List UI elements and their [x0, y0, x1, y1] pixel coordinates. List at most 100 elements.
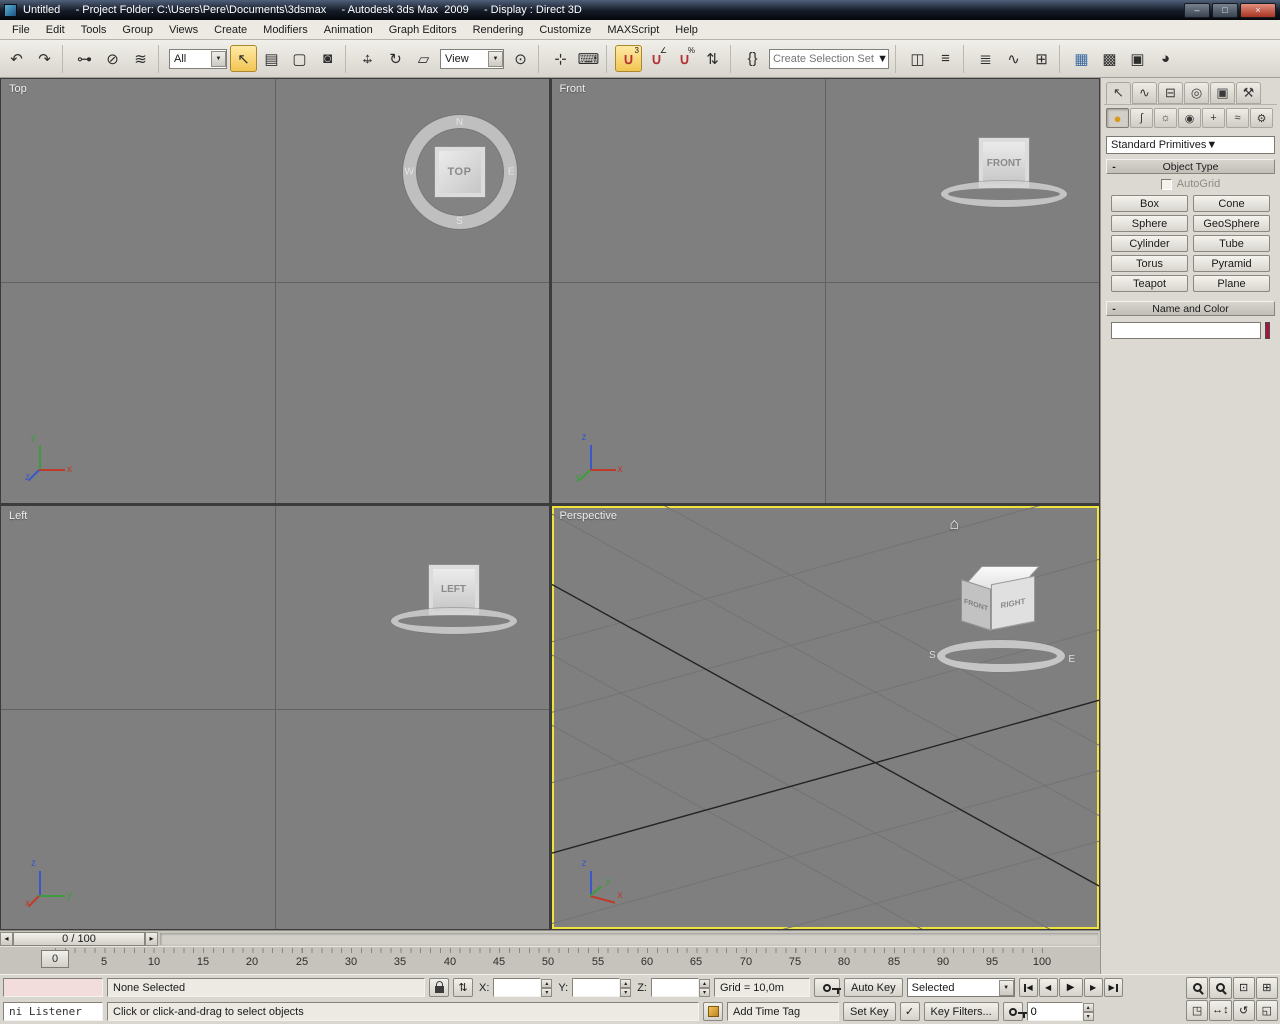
teapot-button[interactable]: Teapot	[1111, 275, 1188, 292]
menu-help[interactable]: Help	[667, 22, 706, 38]
time-slider-left-arrow[interactable]: ◂	[0, 931, 13, 946]
frame-spinner[interactable]: ▴ ▾	[1082, 1002, 1094, 1021]
viewcube-left[interactable]: LEFT	[389, 560, 519, 650]
key-step-toggle[interactable]	[1002, 1002, 1027, 1021]
unlink-selection-button[interactable]: ⊘	[99, 45, 126, 72]
subtab-geometry[interactable]: ●	[1106, 108, 1129, 128]
select-and-rotate-button[interactable]: ↻	[382, 45, 409, 72]
rect-selection-region-button[interactable]: ▢	[286, 45, 313, 72]
previous-frame-button[interactable]: ◀	[1038, 978, 1058, 997]
name-color-rollout-header[interactable]: - Name and Color	[1106, 301, 1275, 316]
menu-customize[interactable]: Customize	[531, 22, 599, 38]
viewport-left[interactable]: Left LEFT z y x	[1, 505, 549, 929]
arc-rotate-button[interactable]: ↺	[1232, 999, 1255, 1021]
subtab-systems[interactable]: ⚙	[1250, 108, 1273, 128]
pan-button[interactable]: ↔ ↕	[1209, 999, 1232, 1021]
curve-editor-button[interactable]: ∿	[1000, 45, 1027, 72]
select-and-link-button[interactable]: ⊶	[71, 45, 98, 72]
undo-button[interactable]: ↶	[3, 45, 30, 72]
cone-button[interactable]: Cone	[1193, 195, 1270, 212]
select-and-scale-button[interactable]: ▱	[410, 45, 437, 72]
quick-render-button[interactable]: ◕	[1152, 45, 1179, 72]
selection-filter-dropdown[interactable]: All ▼	[169, 48, 227, 69]
viewport-front-label[interactable]: Front	[560, 83, 586, 95]
viewcube-face[interactable]: TOP	[433, 146, 486, 198]
absolute-offset-toggle[interactable]: ⇅	[453, 978, 473, 997]
key-filters-button[interactable]: Key Filters...	[923, 1002, 999, 1021]
minimize-button[interactable]: –	[1184, 2, 1210, 18]
menu-edit[interactable]: Edit	[38, 22, 73, 38]
window-crossing-button[interactable]: ◙	[314, 45, 341, 72]
viewport-front[interactable]: Front FRONT z x y	[551, 79, 1099, 503]
go-to-end-button[interactable]: ▶	[1103, 978, 1123, 997]
next-frame-button[interactable]: ▶	[1083, 978, 1103, 997]
tube-button[interactable]: Tube	[1193, 235, 1270, 252]
viewcube-home-icon[interactable]: ⌂	[949, 516, 959, 534]
align-button[interactable]: ≡	[932, 45, 959, 72]
menu-create[interactable]: Create	[206, 22, 255, 38]
primitive-category-dropdown[interactable]: Standard Primitives ▼	[1106, 136, 1275, 154]
current-frame-input[interactable]	[1026, 1002, 1083, 1021]
selection-set-input[interactable]	[770, 52, 878, 65]
current-frame-marker[interactable]: 0	[41, 950, 69, 968]
go-to-start-button[interactable]: ◀	[1018, 978, 1038, 997]
layer-manager-button[interactable]: ≣	[972, 45, 999, 72]
x-spinner[interactable]: ▴ ▾	[541, 978, 553, 997]
use-pivot-center-button[interactable]: ⊙	[507, 45, 534, 72]
viewport-perspective[interactable]: Perspective ⌂ FRONT RIGHT S E z x y	[551, 505, 1099, 929]
menu-tools[interactable]: Tools	[73, 22, 115, 38]
set-keys-button[interactable]	[813, 978, 841, 997]
edit-named-selection-sets-button[interactable]: {}	[739, 45, 766, 72]
menu-modifiers[interactable]: Modifiers	[255, 22, 316, 38]
min-max-toggle-button[interactable]: ◱	[1255, 999, 1278, 1021]
subtab-shapes[interactable]: ʃ	[1130, 108, 1153, 128]
zoom-region-button[interactable]: ◳	[1186, 999, 1209, 1021]
auto-key-button[interactable]: Auto Key	[843, 978, 903, 997]
snap-toggle-3d-button[interactable]: ∪ 3	[615, 45, 642, 72]
pyramid-button[interactable]: Pyramid	[1193, 255, 1270, 272]
menu-rendering[interactable]: Rendering	[465, 22, 532, 38]
selection-lock-toggle[interactable]	[429, 978, 449, 997]
reference-coordinate-dropdown[interactable]: View ▼	[440, 48, 504, 69]
bind-to-spacewarp-button[interactable]: ≋	[127, 45, 154, 72]
y-coordinate-input[interactable]	[572, 978, 621, 997]
torus-button[interactable]: Torus	[1111, 255, 1188, 272]
box-button[interactable]: Box	[1111, 195, 1188, 212]
select-object-button[interactable]: ↖	[230, 45, 257, 72]
y-spinner[interactable]: ▴ ▾	[620, 978, 632, 997]
viewcube-perspective[interactable]: FRONT RIGHT S E	[929, 558, 1075, 678]
object-type-rollout-header[interactable]: - Object Type	[1106, 159, 1275, 174]
tab-create[interactable]: ↖	[1106, 82, 1131, 104]
macro-recorder-pane[interactable]	[3, 978, 103, 997]
plane-button[interactable]: Plane	[1193, 275, 1270, 292]
keyboard-shortcut-override-button[interactable]: ⌨	[575, 45, 602, 72]
viewport-perspective-label[interactable]: Perspective	[560, 510, 617, 522]
menu-views[interactable]: Views	[161, 22, 206, 38]
viewport-top[interactable]: Top N S W E TOP y x z	[1, 79, 549, 503]
key-mode-dropdown[interactable]: Selected ▼	[906, 978, 1015, 997]
time-tag-cube-button[interactable]	[703, 1002, 723, 1021]
spinner-snap-button[interactable]: ⇅	[699, 45, 726, 72]
material-editor-button[interactable]: ▦	[1068, 45, 1095, 72]
rendered-frame-window-button[interactable]: ▣	[1124, 45, 1151, 72]
autogrid-checkbox[interactable]	[1160, 178, 1172, 190]
menu-maxscript[interactable]: MAXScript	[599, 22, 667, 38]
zoom-button[interactable]	[1186, 977, 1209, 999]
subtab-lights[interactable]: ☼	[1154, 108, 1177, 128]
viewport-top-label[interactable]: Top	[9, 83, 27, 95]
select-by-name-button[interactable]: ▤	[258, 45, 285, 72]
tab-display[interactable]: ▣	[1210, 82, 1235, 104]
named-selection-set-combo[interactable]: ▼	[769, 48, 889, 69]
viewcube-front[interactable]: FRONT	[939, 133, 1069, 223]
percent-snap-button[interactable]: ∪ %	[671, 45, 698, 72]
x-coordinate-input[interactable]	[493, 978, 542, 997]
viewcube-right-face[interactable]: RIGHT	[991, 575, 1035, 630]
set-key-button[interactable]: Set Key	[843, 1002, 896, 1021]
redo-button[interactable]: ↷	[31, 45, 58, 72]
cylinder-button[interactable]: Cylinder	[1111, 235, 1188, 252]
zoom-all-button[interactable]	[1209, 977, 1232, 999]
subtab-helpers[interactable]: +	[1202, 108, 1225, 128]
z-coordinate-input[interactable]	[650, 978, 699, 997]
time-slider-right-arrow[interactable]: ▸	[145, 931, 158, 946]
tab-motion[interactable]: ◎	[1184, 82, 1209, 104]
